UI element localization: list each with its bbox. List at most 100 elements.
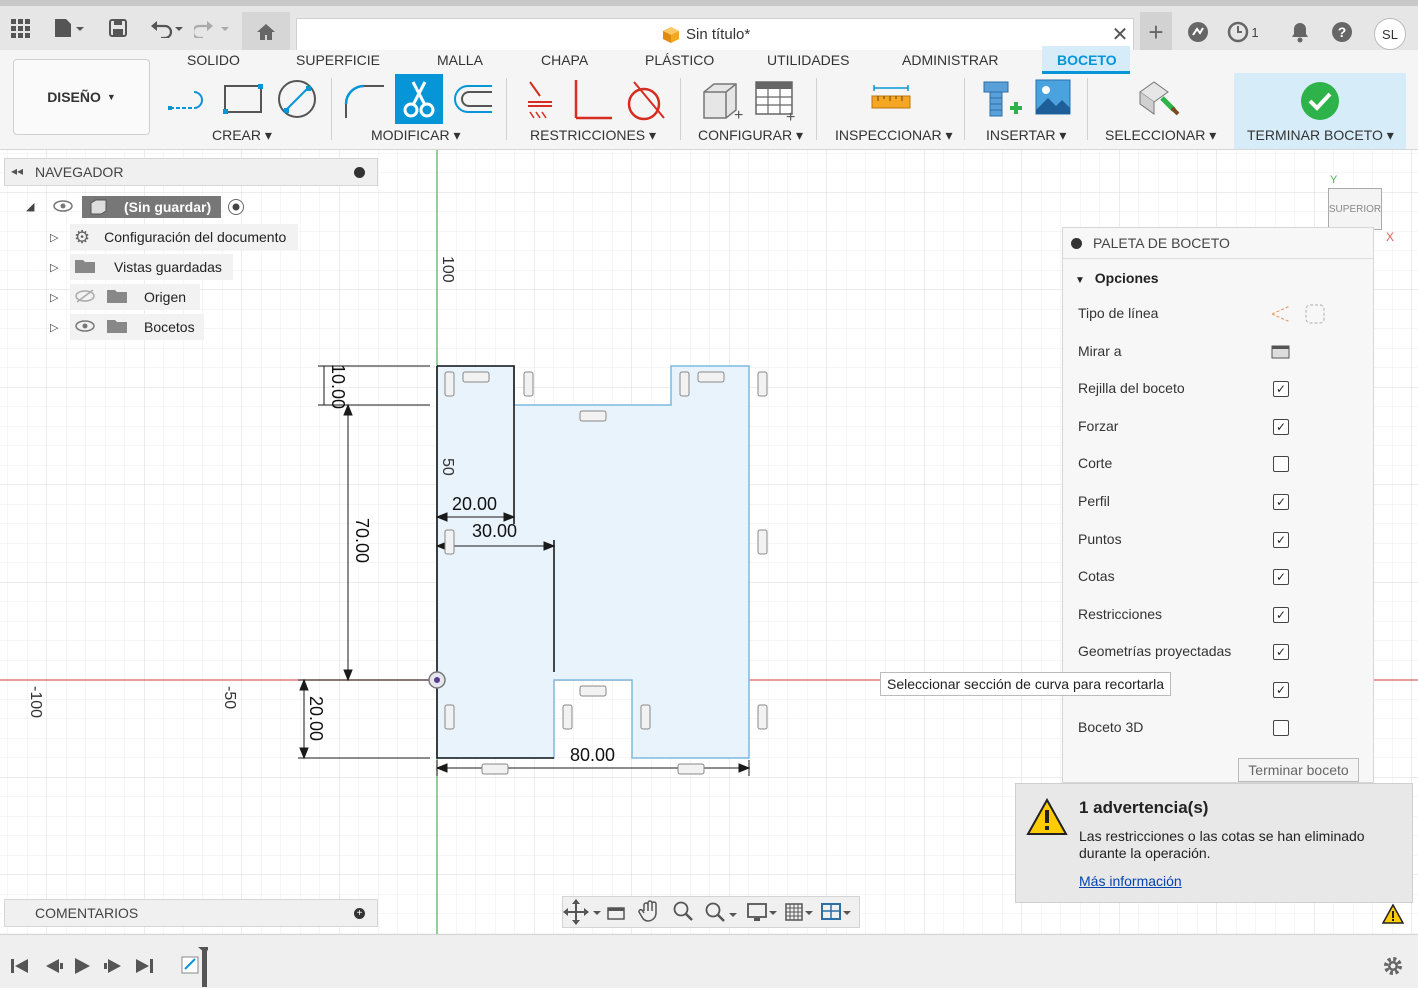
tab-solido[interactable]: SOLIDO xyxy=(187,52,240,68)
insert-bolt-icon[interactable] xyxy=(980,78,1024,122)
palette-finish-sketch-button[interactable]: Terminar boceto xyxy=(1238,758,1359,782)
apps-grid-icon[interactable] xyxy=(6,14,34,42)
group-inspeccionar[interactable]: INSPECCIONAR ▾ xyxy=(835,127,953,144)
save-icon[interactable] xyxy=(104,14,132,42)
activate-radio-icon[interactable] xyxy=(227,198,245,216)
minimize-palette-icon[interactable] xyxy=(1071,238,1082,249)
redo-icon[interactable] xyxy=(192,14,232,42)
palette-row-label: Boceto 3D xyxy=(1078,719,1144,735)
dimension-20-vertical[interactable]: 20.00 xyxy=(305,696,326,741)
palette-checkbox[interactable]: ✓ xyxy=(1273,494,1289,510)
warning-small-icon[interactable] xyxy=(1382,904,1404,924)
timeline-sketch-feature-icon[interactable] xyxy=(178,935,208,989)
browser-item-named-views[interactable]: Vistas guardadas xyxy=(70,254,233,280)
dimension-70[interactable]: 70.00 xyxy=(351,518,372,563)
undo-icon[interactable] xyxy=(146,14,186,42)
select-brush-icon[interactable] xyxy=(1136,78,1180,122)
warning-notification: 1 advertencia(s) Las restricciones o las… xyxy=(1015,783,1413,903)
new-tab-icon[interactable]: + xyxy=(1142,17,1170,47)
visibility-eye-icon[interactable] xyxy=(52,198,76,216)
trim-tool-button[interactable] xyxy=(395,74,443,124)
expand-arrow-icon[interactable]: ▷ xyxy=(50,291,58,304)
browser-panel-header[interactable]: ◂◂ NAVEGADOR xyxy=(4,158,378,186)
viewcube[interactable]: SUPERIOR xyxy=(1328,188,1382,230)
tab-boceto[interactable]: BOCETO xyxy=(1057,52,1117,68)
group-restricciones-label: RESTRICCIONES xyxy=(530,127,646,143)
offset-tool-icon[interactable] xyxy=(450,78,494,122)
look-at-icon[interactable] xyxy=(1271,342,1291,367)
palette-section-options[interactable]: ▼ Opciones xyxy=(1075,270,1159,286)
parameters-icon[interactable]: + xyxy=(700,78,744,124)
dimension-20-horizontal[interactable]: 20.00 xyxy=(452,494,497,515)
rectangle-tool-icon[interactable] xyxy=(222,78,266,122)
group-seleccionar[interactable]: SELECCIONAR ▾ xyxy=(1105,127,1216,144)
fillet-tool-icon[interactable] xyxy=(342,78,386,122)
file-menu-icon[interactable] xyxy=(50,14,86,42)
pan-hand-icon xyxy=(638,900,657,922)
dimension-80[interactable]: 80.00 xyxy=(570,745,615,766)
group-terminar-boceto[interactable]: TERMINAR BOCETO ▾ xyxy=(1247,127,1394,144)
group-configurar[interactable]: CONFIGURAR ▾ xyxy=(698,127,803,144)
expand-arrow-icon[interactable]: ▷ xyxy=(50,261,58,274)
palette-header[interactable]: PALETA DE BOCETO xyxy=(1063,228,1373,259)
palette-checkbox[interactable]: ✓ xyxy=(1273,569,1289,585)
browser-item-origin[interactable]: Origen xyxy=(70,284,200,310)
palette-checkbox[interactable]: ✓ xyxy=(1273,682,1289,698)
palette-checkbox[interactable] xyxy=(1273,720,1289,736)
timeline-settings-gear-icon[interactable] xyxy=(1382,955,1404,977)
group-insertar-label: INSERTAR xyxy=(986,127,1056,143)
palette-checkbox[interactable] xyxy=(1273,456,1289,472)
root-component-label[interactable]: (Sin guardar) xyxy=(82,196,222,218)
user-avatar[interactable]: SL xyxy=(1374,18,1406,50)
palette-checkbox[interactable]: ✓ xyxy=(1273,607,1289,623)
group-restricciones[interactable]: RESTRICCIONES ▾ xyxy=(530,127,656,144)
group-modificar[interactable]: MODIFICAR ▾ xyxy=(371,127,460,144)
collapse-panel-icon[interactable]: ◂◂ xyxy=(11,164,23,178)
notifications-icon[interactable] xyxy=(1286,18,1314,46)
dimension-30[interactable]: 30.00 xyxy=(472,521,517,542)
expand-arrow-icon[interactable]: ▷ xyxy=(50,321,58,334)
linetype-construction-icon[interactable] xyxy=(1270,303,1330,330)
tab-chapa[interactable]: CHAPA xyxy=(541,52,588,68)
tab-utilidades[interactable]: UTILIDADES xyxy=(767,52,849,68)
add-comment-icon[interactable]: + xyxy=(354,908,365,919)
tangent-constraint-icon[interactable] xyxy=(624,78,668,122)
job-status-icon[interactable]: 1 xyxy=(1226,18,1260,46)
home-icon[interactable] xyxy=(252,18,280,46)
tab-plastico[interactable]: PLÁSTICO xyxy=(645,52,714,68)
step-back-icon xyxy=(46,959,63,973)
palette-checkbox[interactable]: ✓ xyxy=(1273,532,1289,548)
dimension-10[interactable]: 10.00 xyxy=(327,364,348,409)
coincident-constraint-icon[interactable] xyxy=(524,78,568,122)
hidden-eye-icon[interactable] xyxy=(74,288,96,307)
table-icon[interactable]: + xyxy=(752,78,796,126)
browser-root-item[interactable]: (Sin guardar) xyxy=(50,194,274,220)
minimize-panel-icon[interactable] xyxy=(354,167,365,178)
collapse-triangle-icon: ▼ xyxy=(1075,275,1085,286)
browser-item-sketches[interactable]: Bocetos xyxy=(70,314,204,340)
help-icon[interactable]: ? xyxy=(1328,18,1356,46)
close-tab-icon[interactable]: ✕ xyxy=(1106,20,1134,48)
measure-icon[interactable] xyxy=(870,78,914,122)
insert-image-icon[interactable] xyxy=(1034,78,1078,122)
group-insertar[interactable]: INSERTAR ▾ xyxy=(986,127,1066,144)
expand-arrow-icon[interactable]: ◢ xyxy=(26,200,34,213)
tab-superficie[interactable]: SUPERFICIE xyxy=(296,52,380,68)
circle-tool-icon[interactable] xyxy=(276,78,320,122)
palette-checkbox[interactable]: ✓ xyxy=(1273,644,1289,660)
expand-arrow-icon[interactable]: ▷ xyxy=(50,231,58,244)
group-crear[interactable]: CREAR ▾ xyxy=(212,127,272,144)
warning-message-line2: durante la operación. xyxy=(1079,845,1211,861)
workspace-selector-button[interactable]: DISEÑO ▼ xyxy=(13,59,150,135)
palette-checkbox[interactable]: ✓ xyxy=(1273,381,1289,397)
perpendicular-constraint-icon[interactable] xyxy=(570,78,614,122)
more-info-link[interactable]: Más información xyxy=(1079,873,1182,889)
browser-item-document-settings[interactable]: ⚙ Configuración del documento xyxy=(70,224,298,250)
visibility-eye-icon[interactable] xyxy=(74,318,96,337)
extensions-icon[interactable] xyxy=(1184,18,1212,46)
tab-malla[interactable]: MALLA xyxy=(437,52,483,68)
line-tool-icon[interactable] xyxy=(166,78,210,122)
tab-administrar[interactable]: ADMINISTRAR xyxy=(902,52,998,68)
comments-panel-header[interactable]: COMENTARIOS + xyxy=(4,899,378,927)
palette-checkbox[interactable]: ✓ xyxy=(1273,419,1289,435)
